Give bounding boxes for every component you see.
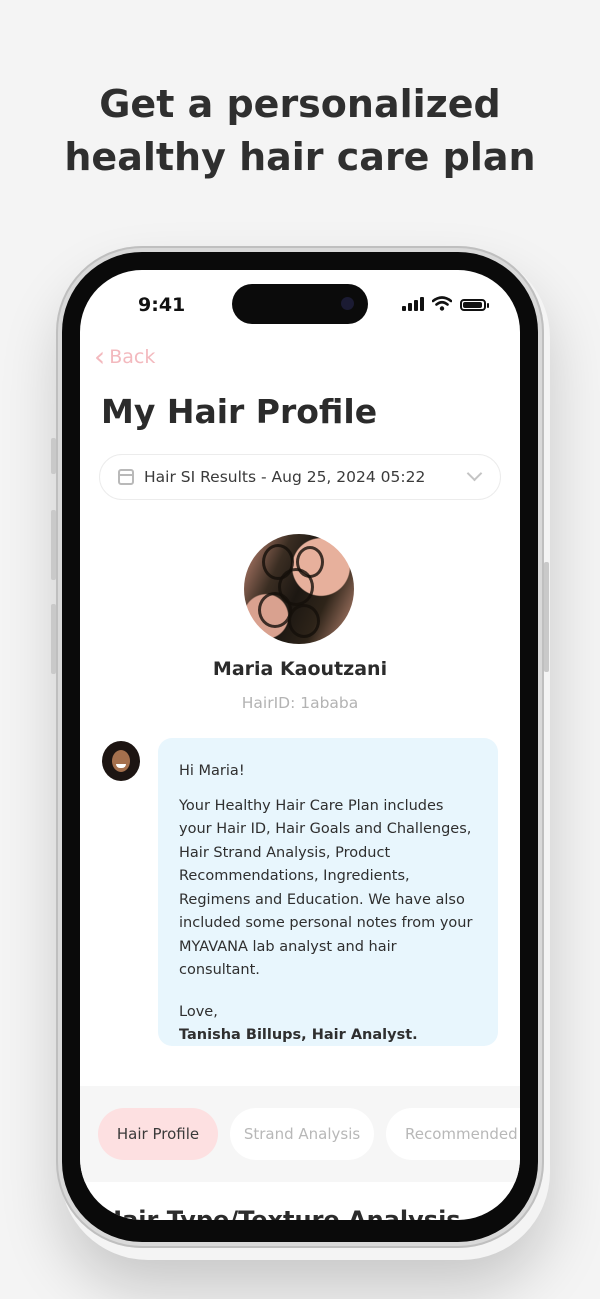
section-title: Hair Type/Texture Analysis bbox=[102, 1206, 461, 1220]
status-icons bbox=[402, 296, 489, 311]
volume-up-button bbox=[51, 510, 56, 580]
chevron-down-icon bbox=[466, 465, 483, 482]
profile-photo bbox=[244, 534, 354, 644]
headline-line-1: Get a personalized bbox=[99, 82, 501, 126]
power-button bbox=[544, 562, 549, 672]
message-signature: Tanisha Billups, Hair Analyst. bbox=[179, 1027, 418, 1043]
message-closing: Love, bbox=[179, 1003, 218, 1020]
profile-name: Maria Kaoutzani bbox=[212, 658, 388, 680]
battery-icon bbox=[460, 299, 489, 311]
camera-icon bbox=[341, 297, 354, 310]
results-dropdown-value: Hair SI Results - Aug 25, 2024 05:22 bbox=[144, 468, 426, 486]
chevron-left-icon: ‹ bbox=[94, 340, 106, 373]
message-body: Your Healthy Hair Care Plan includes you… bbox=[179, 797, 473, 979]
tab-strand-analysis[interactable]: Strand Analysis bbox=[230, 1108, 374, 1160]
headline-line-2: healthy hair care plan bbox=[64, 135, 536, 179]
results-dropdown[interactable]: Hair SI Results - Aug 25, 2024 05:22 bbox=[99, 454, 501, 500]
back-label: Back bbox=[109, 346, 156, 368]
volume-down-button bbox=[51, 604, 56, 674]
back-button[interactable]: ‹ Back bbox=[94, 340, 156, 373]
phone-screen: 9:41 ‹ Back My Hair Profile Hair SI Resu… bbox=[80, 270, 520, 1220]
tab-recommended-products[interactable]: Recommended P bbox=[386, 1108, 520, 1160]
status-time: 9:41 bbox=[138, 294, 186, 316]
marketing-headline: Get a personalized healthy hair care pla… bbox=[0, 78, 600, 184]
message-bubble: Hi Maria! Your Healthy Hair Care Plan in… bbox=[158, 738, 498, 1046]
page-title: My Hair Profile bbox=[101, 392, 378, 431]
wifi-icon bbox=[432, 296, 452, 311]
cellular-signal-icon bbox=[402, 297, 424, 311]
hair-id: HairID: 1ababa bbox=[241, 694, 359, 712]
dynamic-island bbox=[232, 284, 368, 324]
tab-hair-profile[interactable]: Hair Profile bbox=[98, 1108, 218, 1160]
message-greeting: Hi Maria! bbox=[179, 763, 245, 779]
analyst-avatar bbox=[100, 740, 142, 782]
calendar-icon bbox=[118, 469, 134, 485]
mute-switch bbox=[51, 438, 56, 474]
